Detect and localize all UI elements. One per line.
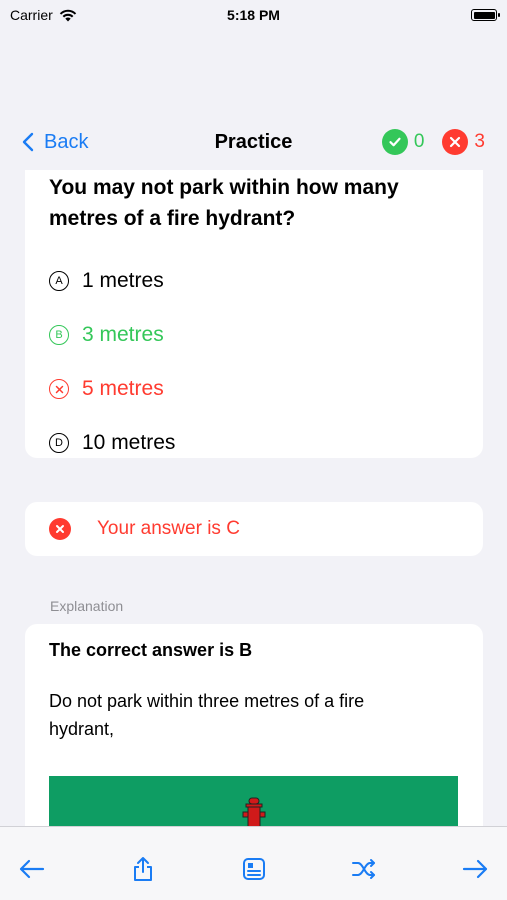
navigation-bar: Back Practice 0 3 [0, 114, 507, 170]
shuffle-icon [352, 859, 376, 879]
answer-feedback-text: Your answer is C [97, 518, 240, 539]
previous-button[interactable] [18, 855, 46, 883]
status-bar: Carrier 5:18 PM [0, 0, 507, 30]
option-label: 3 metres [82, 323, 164, 346]
wrong-count: 3 [474, 131, 485, 152]
option-letter-icon: A [49, 271, 69, 291]
checkmark-icon [381, 129, 408, 155]
answer-options: A 1 metres B 3 metres 5 metres D 10 metr… [49, 254, 459, 470]
score-counter: 0 3 [381, 129, 485, 155]
share-icon [133, 857, 152, 881]
bottom-toolbar [0, 826, 507, 900]
option-d[interactable]: D 10 metres [49, 416, 459, 470]
question-text: You may not park within how many metres … [49, 176, 399, 230]
shuffle-button[interactable] [350, 855, 378, 883]
arrow-right-icon [462, 859, 488, 879]
option-label: 10 metres [82, 431, 176, 454]
option-a[interactable]: A 1 metres [49, 254, 459, 308]
back-label: Back [44, 130, 89, 153]
x-mark-icon [442, 129, 469, 155]
share-button[interactable] [129, 855, 157, 883]
card-button[interactable] [240, 855, 268, 883]
next-button[interactable] [461, 855, 489, 883]
explanation-section-label: Explanation [50, 598, 124, 614]
explanation-title: The correct answer is B [49, 640, 253, 660]
option-c[interactable]: 5 metres [49, 362, 459, 416]
wrong-circle-icon [49, 379, 69, 399]
explanation-body: Do not park within three metres of a fir… [49, 691, 365, 739]
battery-icon [471, 9, 500, 21]
answer-feedback-card: Your answer is C [25, 502, 483, 556]
correct-count: 0 [413, 131, 425, 152]
option-label: 5 metres [82, 377, 164, 400]
arrow-left-icon [19, 859, 45, 879]
fire-hydrant-icon [242, 797, 265, 830]
x-mark-icon [49, 518, 71, 540]
option-label: 1 metres [82, 269, 164, 292]
chevron-left-icon [22, 132, 34, 152]
question-card: You may not park within how many metres … [25, 150, 483, 458]
option-letter-icon: D [49, 433, 69, 453]
back-button[interactable]: Back [22, 131, 88, 154]
card-icon [242, 858, 265, 880]
status-time: 5:18 PM [227, 7, 280, 23]
option-b[interactable]: B 3 metres [49, 308, 459, 362]
option-letter-icon: B [49, 325, 69, 345]
